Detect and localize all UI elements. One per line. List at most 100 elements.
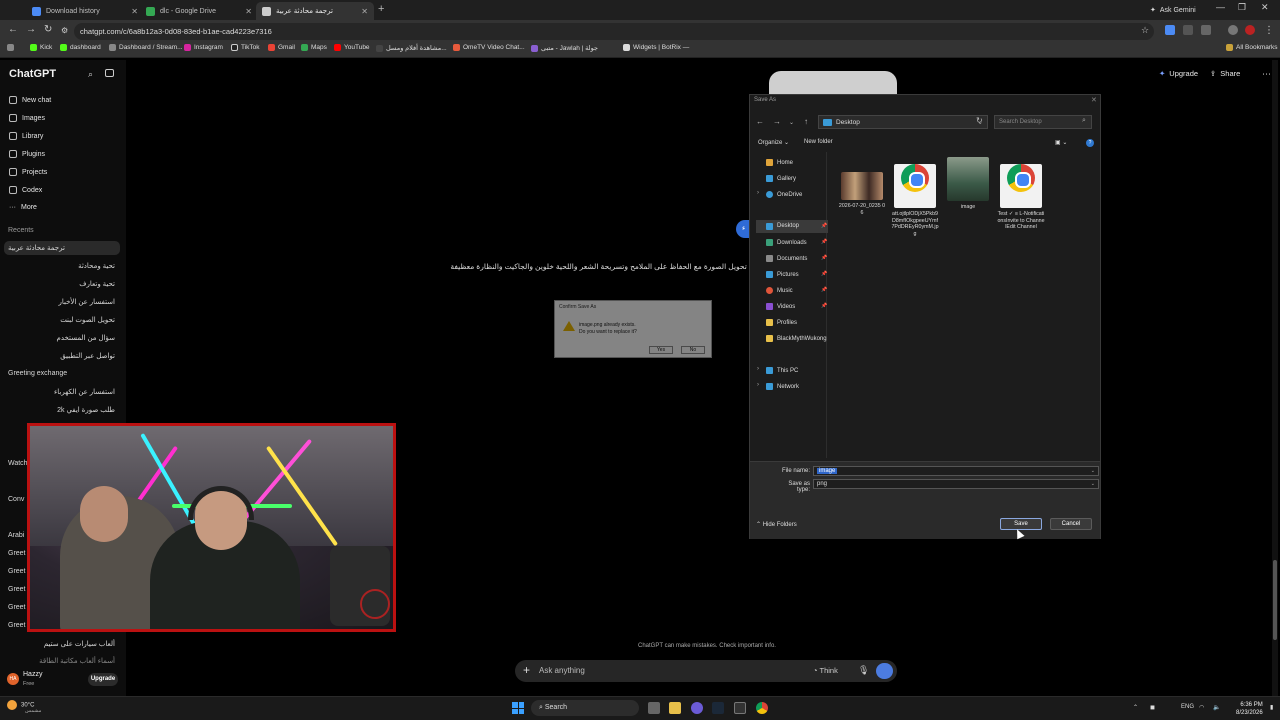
no-button[interactable]: No [681, 346, 705, 354]
sidebar-item-codex[interactable]: Codex [9, 186, 42, 194]
chrome-icon[interactable] [756, 702, 768, 714]
maximize-icon[interactable]: ❐ [1238, 2, 1246, 13]
bookmark-ometv[interactable]: OmeTV Video Chat... [453, 44, 525, 51]
bookmark-jawlah[interactable]: متبی - Jawlah | جولة [531, 44, 598, 52]
nav-network[interactable]: Network [766, 383, 799, 390]
language-indicator[interactable]: ENG [1181, 704, 1194, 710]
nav-profiles[interactable]: Profiles [766, 319, 797, 326]
bookmark-gmail[interactable]: Gmail [268, 44, 295, 51]
taskbar-search[interactable]: ⌕ Search [531, 700, 639, 716]
recent-chat[interactable]: تحية وتعارف [79, 280, 115, 288]
nav-this-pc[interactable]: This PC [766, 367, 798, 374]
chevron-down-icon[interactable]: ⌄ [1091, 468, 1095, 474]
sidebar-item-plugins[interactable]: Plugins [9, 150, 45, 158]
tray-icon[interactable]: ◼ [1150, 704, 1155, 711]
file-name-input[interactable]: image ⌄ [813, 466, 1099, 476]
recent-chat[interactable]: Arabi [8, 532, 24, 539]
recent-chat-active[interactable]: ترجمة محادثة عربية [4, 241, 120, 255]
sidebar-item-new-chat[interactable]: New chat [9, 96, 51, 104]
minimize-icon[interactable]: — [1216, 2, 1225, 12]
downloads-icon[interactable] [1228, 25, 1238, 35]
hide-folders-toggle[interactable]: ⌃ Hide Folders [756, 521, 797, 528]
recent-chat[interactable]: Conv [8, 496, 24, 503]
profile-avatar[interactable] [1245, 25, 1255, 35]
recent-chat[interactable]: تحويل الصوت لبنت [60, 316, 115, 324]
composer-placeholder[interactable]: Ask anything [539, 666, 585, 675]
cancel-button[interactable]: Cancel [1050, 518, 1092, 530]
nav-gallery[interactable]: Gallery [766, 175, 796, 182]
volume-icon[interactable]: 🔈 [1213, 704, 1220, 711]
bookmark-star-icon[interactable]: ☆ [1141, 25, 1149, 36]
clock[interactable]: 6:36 PM 8/23/2026 [1236, 701, 1263, 717]
recent-chat[interactable]: Greet [8, 622, 26, 629]
start-button[interactable] [512, 702, 524, 714]
scrollbar-thumb[interactable] [1273, 560, 1277, 640]
recent-chat[interactable]: تواصل عبر التطبيق [60, 352, 115, 360]
recent-chat[interactable]: Greet [8, 586, 26, 593]
more-options-icon[interactable]: ⋯ [1262, 69, 1271, 80]
file-item[interactable]: 2026-07-20_0235 06 [838, 172, 886, 216]
site-info-icon[interactable]: ⚙ [61, 26, 68, 35]
recent-chat[interactable]: Greeting exchange [8, 370, 67, 377]
file-explorer-icon[interactable] [669, 702, 681, 714]
chevron-up-icon[interactable]: ⌃ [1133, 704, 1138, 711]
all-bookmarks[interactable]: All Bookmarks [1226, 44, 1278, 51]
up-icon[interactable]: ↑ [804, 117, 808, 126]
microphone-icon[interactable]: 🎙 [858, 665, 869, 676]
organize-menu[interactable]: Organize ⌄ [758, 139, 789, 146]
back-icon[interactable]: ← [756, 117, 764, 126]
tab-google-drive[interactable]: dlc - Google Drive ✕ [140, 2, 258, 20]
nav-videos[interactable]: Videos [766, 303, 795, 310]
close-icon[interactable]: ✕ [131, 7, 138, 16]
recent-chat[interactable]: استفسار عن الأخبار [58, 298, 115, 306]
bookmark-botrix[interactable]: Widgets | BotRix — [623, 44, 689, 51]
steam-icon[interactable] [712, 702, 724, 714]
recent-chat[interactable]: Watch [8, 460, 28, 467]
upgrade-top-button[interactable]: ✦ Upgrade [1159, 69, 1198, 78]
menu-icon[interactable]: ⋮ [1264, 25, 1274, 36]
location-bar[interactable]: Desktop ⌄ [818, 115, 988, 129]
nav-documents[interactable]: Documents [766, 255, 807, 262]
nav-blackmythwukong[interactable]: BlackMythWukong [766, 335, 827, 342]
new-tab-button[interactable]: + [378, 3, 384, 15]
recent-chat[interactable]: طلب صورة ايفي 2k [57, 406, 115, 414]
nav-downloads[interactable]: Downloads [766, 239, 807, 246]
recent-chat[interactable]: أسماء ألعاب مكاتبة الطاقة [39, 657, 115, 665]
think-button[interactable]: ◔ Think [813, 666, 838, 675]
bookmark-maps[interactable]: Maps [301, 44, 327, 51]
upgrade-button[interactable]: Upgrade [88, 673, 118, 686]
recent-chat[interactable]: ألعاب سيارات على ستيم [44, 640, 115, 648]
refresh-icon[interactable]: ↻ [976, 116, 983, 125]
app-icon[interactable] [734, 702, 746, 714]
extension-icon[interactable] [1183, 25, 1193, 35]
nav-pictures[interactable]: Pictures [766, 271, 799, 278]
yes-button[interactable]: Yes [649, 346, 673, 354]
app-icon[interactable] [691, 702, 703, 714]
bookmark-kick[interactable]: Kick [30, 44, 52, 51]
file-item[interactable]: Test ✓ ≡ L-NotificationsInvite to Channe… [997, 157, 1045, 231]
sidebar-item-more[interactable]: ··· More [9, 204, 37, 211]
recent-chat[interactable]: Greet [8, 604, 26, 611]
chevron-right-icon[interactable]: › [757, 190, 759, 196]
tab-download-history[interactable]: Download history ✕ [26, 2, 144, 20]
generated-image-preview[interactable] [769, 71, 897, 95]
nav-desktop[interactable]: Desktop [756, 220, 828, 233]
recent-chat[interactable]: Greet [8, 550, 26, 557]
close-icon[interactable]: ✕ [245, 7, 252, 16]
task-view-icon[interactable] [648, 702, 660, 714]
bookmark-stream[interactable]: Dashboard / Stream... [109, 44, 183, 51]
file-item[interactable]: image [944, 157, 992, 211]
chevron-down-icon[interactable]: ⌄ [1091, 481, 1095, 487]
recent-chat[interactable]: Greet [8, 568, 26, 575]
close-icon[interactable]: ✕ [361, 7, 368, 16]
reload-icon[interactable]: ↻ [44, 24, 52, 35]
help-icon[interactable]: ? [1086, 139, 1094, 147]
view-icon[interactable]: ▣ ⌄ [1055, 139, 1067, 146]
nav-home[interactable]: Home [766, 159, 793, 166]
composer[interactable]: + Ask anything ◔ Think 🎙 [515, 660, 897, 682]
close-icon[interactable]: ✕ [1091, 96, 1097, 104]
nav-music[interactable]: Music [766, 287, 793, 294]
address-bar[interactable]: chatgpt.com/c/6a8b12a3-0d08-83ed-b1ae-ca… [74, 23, 1154, 40]
save-type-select[interactable]: png ⌄ [813, 479, 1099, 489]
sidebar-toggle-icon[interactable] [105, 69, 114, 77]
